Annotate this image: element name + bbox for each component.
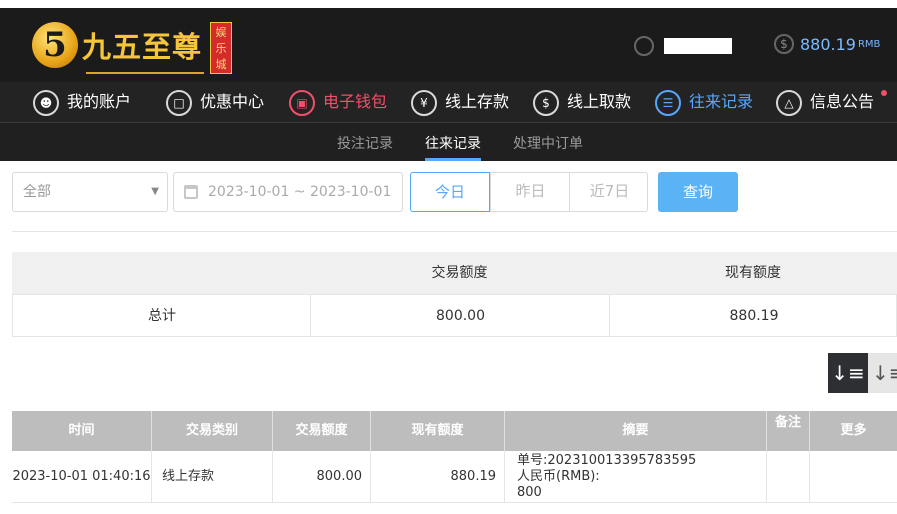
query-button[interactable]: 查询: [658, 172, 738, 212]
user-icon: [634, 36, 654, 56]
cell-category: 线上存款: [152, 451, 273, 503]
summary-row: 总计 800.00 880.19: [12, 294, 897, 337]
main-nav: ☻ 我的账户 □ 优惠中心 ▣ 电子钱包 ¥ 线上存款 $ 线上取款 ☰ 往来记录 △ 信息公…: [0, 82, 897, 122]
date-range-value: 2023-10-01 ~ 2023-10-01: [208, 184, 392, 200]
cell-time: 2023-10-01 01:40:16: [12, 451, 152, 503]
col-memo: 摘要: [505, 411, 767, 451]
nav-label: 我的账户: [67, 92, 132, 111]
nav-item-promotions[interactable]: □ 优惠中心: [166, 88, 264, 116]
nav-item-records[interactable]: ☰ 往来记录: [655, 88, 753, 116]
yesterday-button[interactable]: 昨日: [490, 172, 570, 212]
type-select[interactable]: 全部 ▼: [12, 172, 168, 212]
nav-label: 信息公告: [810, 92, 875, 111]
summary-header-balance: 现有额度: [725, 265, 781, 281]
type-select-value: 全部: [23, 184, 51, 200]
header-balance: $880.19 RMB: [774, 34, 880, 56]
col-balance: 现有额度: [371, 411, 505, 451]
cell-balance: 880.19: [371, 451, 505, 503]
summary-amount: 800.00: [436, 308, 485, 324]
tab-transaction-records[interactable]: 往来记录: [425, 133, 481, 153]
gift-icon: □: [166, 89, 192, 116]
table-row: 2023-10-01 01:40:16 线上存款 800.00 880.19 单…: [12, 451, 897, 503]
deposit-icon: ¥: [411, 89, 437, 116]
user-icon: ☻: [33, 89, 59, 116]
date-range-input[interactable]: 2023-10-01 ~ 2023-10-01: [173, 172, 403, 212]
nav-label: 电子钱包: [323, 92, 388, 111]
coin-icon: $: [774, 34, 794, 54]
col-time: 时间: [12, 411, 152, 451]
summary-header-amount: 交易额度: [431, 265, 488, 281]
summary-label: 总计: [148, 308, 176, 324]
summary-header: 交易额度 现有额度: [12, 252, 897, 294]
divider: [12, 231, 897, 232]
withdraw-icon: $: [533, 89, 559, 116]
col-category: 交易类别: [152, 411, 273, 451]
nav-item-announcements[interactable]: △ 信息公告: [776, 88, 874, 116]
memo-amount: 800: [517, 485, 542, 500]
site-logo[interactable]: 5 九五至尊 娱乐城: [30, 16, 240, 78]
logo-emblem: 5: [32, 22, 78, 68]
col-amount: 交易额度: [273, 411, 371, 451]
logo-badge: 娱乐城: [210, 22, 232, 74]
notification-dot: [881, 90, 887, 96]
quick-date-group: 今日 昨日 近7日: [410, 172, 648, 212]
sort-descending-icon[interactable]: ↓≡: [828, 353, 868, 393]
balance-value: 880.19: [800, 34, 856, 54]
nav-item-account[interactable]: ☻ 我的账户: [33, 88, 131, 116]
records-icon: ☰: [655, 89, 681, 116]
today-button[interactable]: 今日: [410, 172, 490, 212]
logo-ornament: [86, 66, 204, 74]
top-strip: [0, 0, 897, 8]
tab-bet-records[interactable]: 投注记录: [337, 133, 393, 153]
nav-label: 线上取款: [567, 92, 632, 111]
wallet-icon: ▣: [289, 89, 315, 116]
sort-ascending-icon[interactable]: ↓≡: [868, 353, 897, 393]
summary-header-blank: [12, 252, 310, 294]
table-header: 时间 交易类别 交易额度 现有额度 摘要 备注 更多: [12, 411, 897, 451]
col-more: 更多: [840, 423, 867, 438]
cell-more[interactable]: [810, 451, 897, 503]
col-note: 备注: [767, 411, 810, 451]
memo-currency: 人民币(RMB):: [517, 469, 600, 484]
nav-item-deposit[interactable]: ¥ 线上存款: [411, 88, 509, 116]
calendar-icon: [184, 185, 198, 199]
nav-label: 线上存款: [445, 92, 510, 111]
username-redacted: [664, 38, 732, 54]
last-7-days-button[interactable]: 近7日: [569, 172, 649, 212]
nav-item-wallet[interactable]: ▣ 电子钱包: [289, 88, 387, 116]
tab-pending-orders[interactable]: 处理中订单: [513, 133, 583, 153]
nav-label: 往来记录: [689, 92, 754, 111]
site-header: 5 九五至尊 娱乐城 $880.19 RMB: [0, 8, 897, 82]
nav-label: 优惠中心: [200, 92, 265, 111]
cell-memo: 单号:202310013395783595 人民币(RMB): 800: [505, 451, 767, 503]
bell-icon: △: [776, 89, 802, 116]
active-tab-underline: [425, 158, 481, 161]
sub-nav: 投注记录 往来记录 处理中订单: [0, 122, 897, 161]
cell-note: [767, 451, 810, 503]
logo-text: 九五至尊: [82, 30, 203, 64]
nav-item-withdraw[interactable]: $ 线上取款: [533, 88, 631, 116]
memo-order-no: 单号:202310013395783595: [517, 453, 697, 468]
cell-amount: 800.00: [273, 451, 371, 503]
balance-currency: RMB: [857, 38, 881, 50]
chevron-down-icon: ▼: [151, 186, 159, 197]
summary-balance: 880.19: [729, 308, 779, 324]
